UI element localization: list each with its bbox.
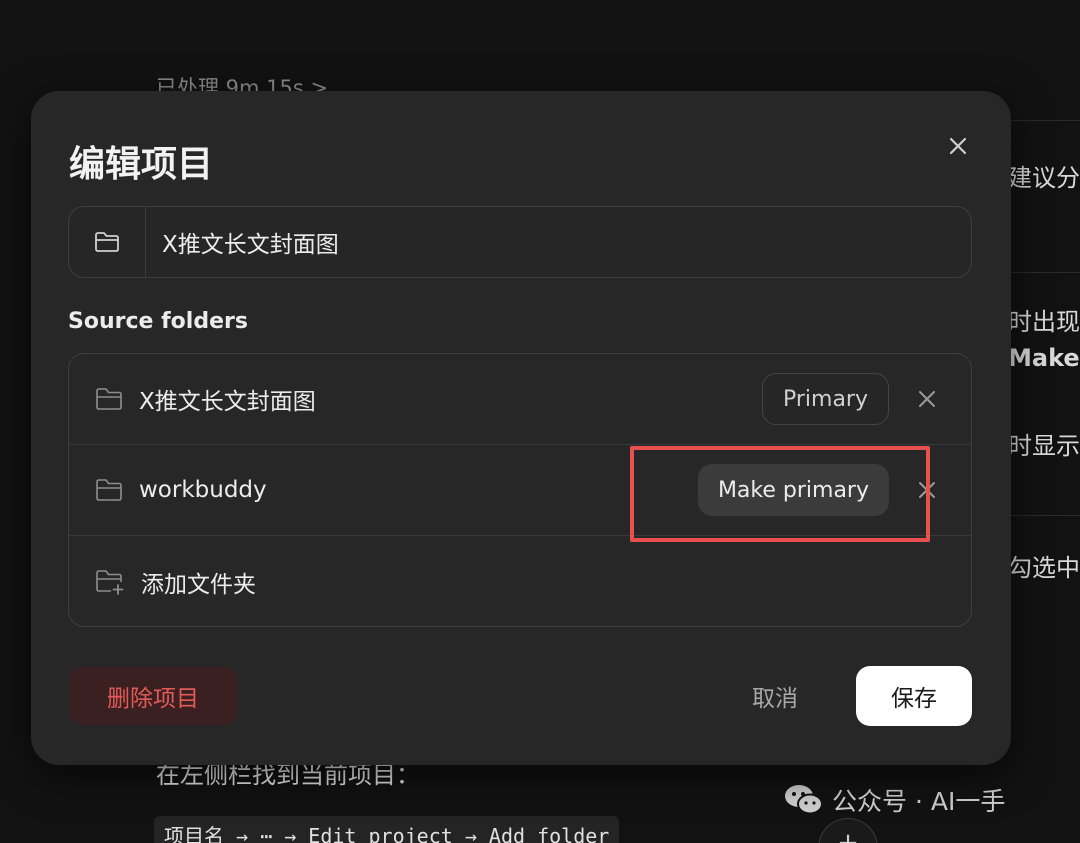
background-snippet: Make p (1008, 344, 1080, 372)
source-folders-label: Source folders (68, 309, 248, 334)
project-name-field[interactable]: X推文长文封面图 (68, 206, 972, 278)
folder-name: X推文长文封面图 (139, 389, 316, 415)
cancel-button[interactable]: 取消 (731, 667, 819, 725)
folder-row: workbuddy Make primary (69, 445, 971, 536)
close-icon (919, 482, 935, 498)
plus-icon: + (837, 828, 859, 843)
folder-icon (95, 232, 119, 252)
background-snippet: 时显示 (1008, 432, 1080, 460)
code-path: 项目名 → ⋯ → Edit project → Add folder (154, 816, 620, 843)
close-icon (919, 391, 935, 407)
folder-add-icon (96, 569, 124, 595)
delete-project-button[interactable]: 删除项目 (69, 667, 237, 725)
edit-project-dialog: 编辑项目 X推文长文封面图 Source folders X推文长文封面图 Pr… (31, 91, 1011, 765)
watermark: 公众号 · AI一手 (784, 780, 1005, 820)
primary-badge: Primary (761, 373, 889, 425)
make-primary-button[interactable]: Make primary (697, 464, 889, 516)
project-name-input[interactable]: X推文长文封面图 (146, 225, 339, 259)
folder-icon-cell (69, 207, 146, 277)
divider (1008, 515, 1080, 516)
source-folder-list: X推文长文封面图 Primary workbuddy Make primary (68, 353, 972, 627)
folder-row: X推文长文封面图 Primary (69, 354, 971, 445)
fab-button[interactable]: + (818, 818, 878, 843)
remove-folder-button[interactable] (915, 387, 939, 411)
wechat-icon (785, 785, 823, 815)
add-folder-row[interactable]: 添加文件夹 (69, 536, 971, 626)
close-icon (949, 137, 967, 155)
save-button[interactable]: 保存 (856, 666, 972, 726)
divider (1008, 120, 1080, 121)
remove-folder-button[interactable] (915, 478, 939, 502)
folder-icon (96, 479, 122, 501)
folder-icon (96, 388, 122, 410)
background-snippet: 勾选中 (1008, 554, 1080, 582)
divider (1008, 272, 1080, 273)
watermark-text: 公众号 · AI一手 (832, 787, 1006, 816)
background-snippet: 建议分别 (1008, 164, 1080, 192)
folder-name: workbuddy (139, 477, 267, 503)
close-button[interactable] (943, 131, 973, 161)
dialog-title: 编辑项目 (69, 144, 214, 185)
add-folder-label: 添加文件夹 (141, 571, 256, 598)
background-snippet: 时出现 (1008, 308, 1080, 336)
